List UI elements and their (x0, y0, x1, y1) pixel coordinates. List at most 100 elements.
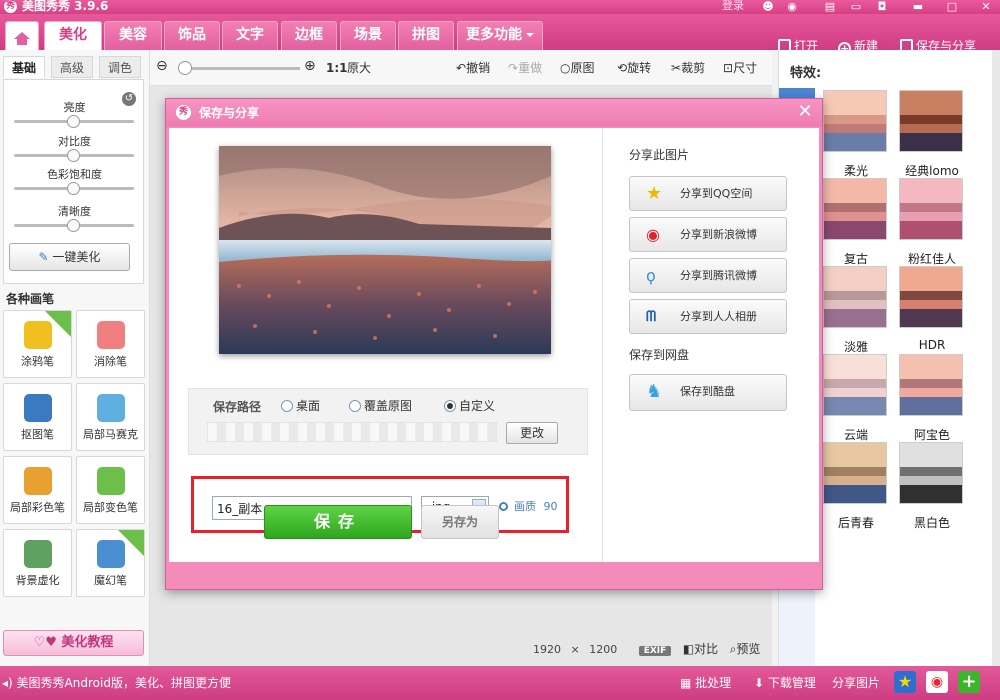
settings-icon[interactable]: ◘ (874, 0, 890, 13)
tab-makeup[interactable]: 美容 (104, 21, 162, 50)
close-window-icon[interactable]: ✕ (978, 0, 994, 13)
effect-thumb-abao[interactable] (899, 354, 963, 416)
save-to-kupan-button[interactable]: ♞ 保存到酷盘 (629, 374, 787, 411)
login-link[interactable]: 登录 (722, 0, 744, 13)
preview-button[interactable]: ⌕预览 (730, 642, 761, 656)
crop-button[interactable]: ✂裁剪 (671, 61, 705, 75)
zoom-ratio-button[interactable]: 1:1 (326, 61, 348, 75)
tab-more-features[interactable]: 更多功能 (457, 21, 543, 50)
dialog-close-icon[interactable]: ✕ (796, 103, 814, 122)
tencent-weibo-icon: ϙ (646, 266, 656, 285)
saturation-knob[interactable] (67, 182, 80, 195)
color-pen-button[interactable]: 局部彩色笔 (3, 456, 72, 524)
share-sina-weibo-button[interactable]: ◉ 分享到新浪微博 (629, 217, 787, 252)
sharpness-knob[interactable] (67, 219, 80, 232)
exif-button[interactable]: EXIF (638, 646, 672, 656)
mosaic-pen-button[interactable]: 局部马赛克 (76, 383, 145, 451)
tab-scenes[interactable]: 场景 (340, 21, 396, 50)
radio-desktop[interactable]: 桌面 (281, 399, 320, 413)
effect-thumb-pink[interactable] (899, 178, 963, 240)
effect-thumb-soft-light[interactable] (823, 90, 887, 152)
share-image-button[interactable]: 分享图片 (832, 675, 880, 691)
brightness-slider[interactable] (14, 115, 134, 128)
tab-accessories[interactable]: 饰品 (164, 21, 220, 50)
maximize-icon[interactable]: □ (944, 0, 960, 13)
effect-label-cloud: 云端 (843, 428, 868, 442)
share-tencent-weibo-button[interactable]: ϙ 分享到腾讯微博 (629, 258, 787, 293)
effect-thumb-hdr[interactable] (899, 266, 963, 328)
tab-frames[interactable]: 边框 (281, 21, 337, 50)
recolor-pen-label: 局部变色笔 (83, 501, 138, 514)
recolor-pen-button[interactable]: 局部变色笔 (76, 456, 145, 524)
change-path-button[interactable]: 更改 (506, 422, 558, 444)
compare-button[interactable]: ◧对比 (683, 642, 718, 656)
radio-custom-label: 自定义 (459, 399, 496, 413)
effect-label-youth: 后青春 (837, 516, 874, 530)
minimize-icon[interactable]: ▬ (910, 0, 926, 13)
zoom-slider[interactable] (178, 61, 300, 75)
effect-thumb-elegant[interactable] (823, 266, 887, 328)
star-icon: ★ (646, 183, 663, 204)
effect-thumb-bw[interactable] (899, 442, 963, 504)
share-qzone-button[interactable]: ★ 分享到QQ空间 (629, 176, 787, 211)
redo-button[interactable]: ↷重做 (508, 61, 542, 75)
doodle-pen-button[interactable]: 涂鸦笔 (3, 310, 72, 378)
effects-scrollbar[interactable] (992, 50, 1000, 666)
resize-icon: ⊡ (723, 61, 734, 75)
tab-text[interactable]: 文字 (222, 21, 278, 50)
download-manager-button[interactable]: ⬇ 下载管理 (754, 675, 816, 691)
effect-thumb-retro[interactable] (823, 178, 887, 240)
weibo-icon[interactable]: ◉ (784, 0, 800, 13)
save-path-field[interactable] (207, 422, 497, 442)
background-blur-button[interactable]: 背景虚化 (3, 529, 72, 597)
contrast-knob[interactable] (67, 149, 80, 162)
tab-beautify[interactable]: 美化 (44, 21, 102, 50)
cutout-pen-icon (23, 394, 52, 422)
magic-pen-button[interactable]: 魔幻笔 (76, 529, 145, 597)
cutout-pen-button[interactable]: 抠图笔 (3, 383, 72, 451)
quality-setting[interactable]: 画质 90 (499, 500, 558, 514)
effect-thumb-cloud[interactable] (823, 354, 887, 416)
effect-thumb-youth[interactable] (823, 442, 887, 504)
promo-link[interactable]: ◂) 美图秀秀Android版，美化、拼图更方便 (2, 675, 231, 691)
batch-button[interactable]: ▦ 批处理 (680, 675, 731, 691)
feedback-icon[interactable]: ▤ (822, 0, 838, 13)
zoom-knob[interactable] (178, 61, 192, 75)
one-click-label: 一键美化 (52, 250, 101, 264)
save-button[interactable]: 保存 (264, 505, 412, 539)
save-as-button[interactable]: 另存为 (421, 505, 499, 539)
add-share-icon[interactable]: + (958, 671, 980, 693)
one-click-beautify-button[interactable]: ✎ 一键美化 (9, 243, 130, 271)
brightness-knob[interactable] (67, 115, 80, 128)
saturation-slider[interactable] (14, 182, 134, 195)
radio-overwrite[interactable]: 覆盖原图 (349, 399, 412, 413)
menu-icon[interactable]: ▭ (848, 0, 864, 13)
resize-button[interactable]: ⊡尺寸 (723, 61, 757, 75)
undo-button[interactable]: ↶撤销 (456, 61, 490, 75)
home-tab[interactable] (5, 21, 39, 50)
subtab-advanced[interactable]: 高级 (51, 56, 93, 78)
share-renren-button[interactable]: ᗰ 分享到人人相册 (629, 299, 787, 334)
radio-custom[interactable]: 自定义 (444, 399, 495, 413)
resize-label: 尺寸 (733, 61, 758, 75)
weibo-share-icon[interactable]: ◉ (926, 671, 948, 693)
contrast-slider[interactable] (14, 149, 134, 162)
rotate-button[interactable]: ⟲旋转 (617, 61, 651, 75)
eraser-pen-button[interactable]: 消除笔 (76, 310, 145, 378)
dialog-logo: 秀 (176, 105, 191, 120)
subtab-color[interactable]: 调色 (99, 56, 141, 78)
share-sina-weibo-label: 分享到新浪微博 (680, 228, 757, 241)
chevron-down-icon (526, 33, 534, 37)
sharpness-label: 清晰度 (58, 205, 91, 218)
original-size-button[interactable]: 原大 (347, 61, 371, 75)
qzone-star-icon[interactable]: ★ (894, 671, 916, 693)
sharpness-slider[interactable] (14, 219, 134, 232)
effect-thumb-lomo[interactable] (899, 90, 963, 152)
original-button[interactable]: ○原图 (560, 61, 595, 75)
subtab-basic[interactable]: 基础 (3, 56, 45, 78)
skin-icon[interactable]: ☻ (760, 0, 776, 13)
zoom-out-icon[interactable]: ⊖ (156, 59, 168, 73)
tutorial-button[interactable]: ♡♥ 美化教程 (3, 630, 144, 656)
zoom-in-icon[interactable]: ⊕ (304, 59, 316, 73)
tab-collage[interactable]: 拼图 (398, 21, 454, 50)
